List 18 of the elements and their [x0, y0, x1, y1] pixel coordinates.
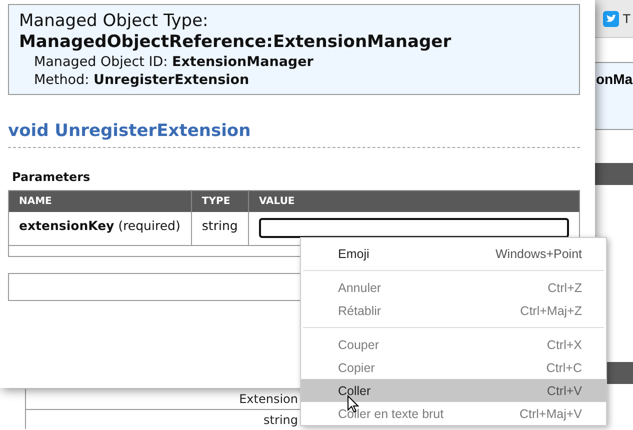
menu-item[interactable]: Emoji Windows+Point	[301, 242, 606, 265]
section-title: Parameters	[12, 170, 92, 184]
tab-label[interactable]: T	[623, 12, 630, 26]
table-header-bar	[595, 163, 633, 185]
column-header: NAME	[8, 190, 192, 212]
parameter-type: string	[191, 212, 248, 246]
type-value: ManagedObjectReference:ExtensionManager	[19, 32, 452, 53]
method-title: void UnregisterExtension	[8, 121, 580, 148]
method-line: Method: UnregisterExtension	[34, 71, 250, 89]
object-id-line: Managed Object ID: ExtensionManager	[34, 53, 314, 71]
type-label: Managed Object Type:	[19, 11, 210, 32]
column-header: VALUE	[248, 190, 580, 212]
value-field[interactable]	[259, 218, 569, 238]
bird-icon	[603, 10, 619, 26]
column-header: TYPE	[191, 190, 248, 212]
heading-text: onMa	[596, 71, 633, 87]
parameter-name: extensionKey (required)	[8, 212, 192, 246]
menu-item[interactable]: Coller Ctrl+V	[301, 379, 606, 402]
